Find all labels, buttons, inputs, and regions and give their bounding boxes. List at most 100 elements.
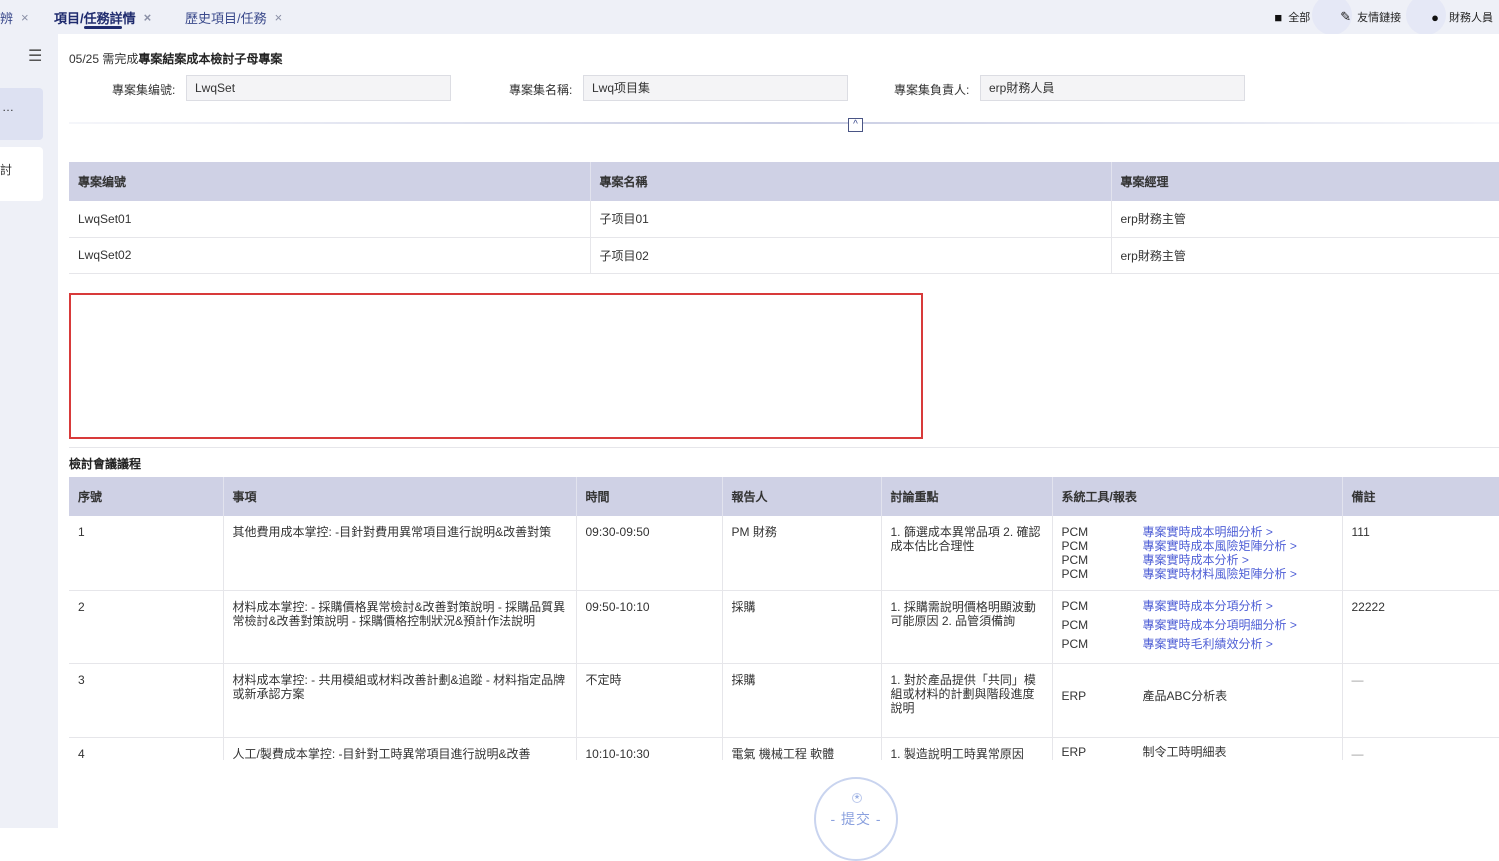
tab-project-details[interactable]: 項目/任務詳情 ×: [54, 0, 151, 34]
table-row[interactable]: 1 其他費用成本掌控: -目針對費用異常項目進行說明&改善對策 09:30-09…: [69, 516, 1499, 591]
report-link[interactable]: 專案實時毛利績效分析 >: [1143, 635, 1297, 654]
tool-source: ERP: [1061, 688, 1087, 703]
agenda-time: 不定時: [576, 663, 723, 738]
main-content: 05/25 需完成專案結案成本檢討子母專案 專案集编號: LwqSet 專案集名…: [58, 34, 1499, 861]
report-name[interactable]: 產品ABC分析表: [1143, 689, 1228, 703]
column-header[interactable]: 報告人: [722, 477, 882, 516]
agenda-note: 22222: [1342, 590, 1499, 664]
agenda-time: 09:50-10:10: [576, 590, 723, 664]
tool-source: PCM: [1061, 636, 1089, 651]
column-header[interactable]: 系統工具/報表: [1052, 477, 1343, 516]
row-number: 1: [69, 516, 224, 591]
table-row[interactable]: 4 人工/製費成本掌控: -目針對工時異常項目進行說明&改善 10:10-10:…: [69, 737, 1499, 760]
tool-source: ERP: [1061, 744, 1087, 759]
report-link[interactable]: 專案實時成本分析 >: [1143, 553, 1297, 567]
agenda-reporter: 採購: [722, 590, 882, 664]
divider: [69, 122, 1499, 124]
agenda-note: —: [1342, 737, 1499, 760]
title-bold: 專案結案成本檢討子母專案: [138, 52, 283, 66]
table-header-row: 專案编號 專案名稱 專案經理: [69, 162, 1499, 201]
agenda-tools: PCM PCM PCM 專案實時成本分項分析 > 專案實時成本分項明細分析 > …: [1052, 590, 1343, 664]
table-header-row: 序號 事項 時間 報告人 討論重點 系統工具/報表 備註: [69, 477, 1499, 516]
page-title: 05/25 需完成專案結案成本檢討子母專案: [69, 50, 282, 67]
divider: [69, 447, 1499, 448]
menu-icon[interactable]: ☰: [28, 46, 42, 66]
set-no-label: 專案集编號:: [112, 83, 176, 97]
project-set-form: 專案集编號: LwqSet 專案集名稱: Lwq项目集 專案集負責人: erp財…: [58, 75, 1499, 102]
tools-list: PCM PCM PCM 專案實時成本分項分析 > 專案實時成本分項明細分析 > …: [1062, 597, 1333, 654]
column-header[interactable]: 專案编號: [69, 162, 591, 201]
submit-button[interactable]: ★ - 提交 -: [814, 777, 898, 861]
report-link[interactable]: 專案實時材料風險矩陣分析 >: [1143, 567, 1297, 581]
owner-label: 專案集負責人:: [894, 83, 970, 97]
agenda-focus: 1. 對於產品提供「共同」模組或材料的計劃與階段進度說明: [881, 663, 1053, 738]
tools-list: ERP 制令工時明細表: [1062, 745, 1333, 759]
top-right-toolbar: ■ 全部 ✎ 友情鏈接 ● 財務人員: [1274, 0, 1499, 35]
report-link[interactable]: 專案實時成本分項明細分析 >: [1143, 616, 1297, 635]
sidebar-item[interactable]: 討: [0, 147, 43, 201]
agenda-item: 材料成本掌控: - 共用模組或材料改善計劃&追蹤 - 材料指定品牌或新承認方案: [223, 663, 577, 738]
tab-history[interactable]: 歷史項目/任務 ×: [185, 0, 282, 34]
sidebar: ☰ … 討: [0, 34, 58, 828]
agenda-scroll-area[interactable]: 序號 事項 時間 報告人 討論重點 系統工具/報表 備註 1 其他費用成本掌控:…: [69, 477, 1499, 760]
title-prefix: 05/25 需完成: [69, 52, 139, 66]
sidebar-item-active[interactable]: …: [0, 88, 43, 140]
tab-label: 歷史項目/任務: [185, 10, 267, 26]
row-number: 3: [69, 663, 224, 738]
user-menu[interactable]: ● 財務人員: [1431, 9, 1493, 25]
tool-source: PCM: [1061, 617, 1089, 632]
agenda-tools: PCM PCM PCM PCM 專案實時成本明細分析 > 專案實時成本風險矩陣分…: [1052, 516, 1343, 591]
column-header[interactable]: 時間: [576, 477, 723, 516]
agenda-table: 序號 事項 時間 報告人 討論重點 系統工具/報表 備註 1 其他費用成本掌控:…: [69, 477, 1499, 760]
tools-list: PCM PCM PCM PCM 專案實時成本明細分析 > 專案實時成本風險矩陣分…: [1062, 525, 1333, 581]
highlight-box: [69, 293, 923, 439]
agenda-item: 人工/製費成本掌控: -目針對工時異常項目進行說明&改善: [223, 737, 577, 760]
all-label: 全部: [1288, 12, 1311, 24]
column-header[interactable]: 備註: [1342, 477, 1499, 516]
report-name[interactable]: 制令工時明細表: [1143, 745, 1227, 759]
tab-previous[interactable]: 辨 ×: [0, 0, 29, 34]
table-row[interactable]: LwqSet02 子项目02 erp財務主管: [69, 237, 1499, 274]
agenda-reporter: PM 財務: [722, 516, 882, 591]
agenda-tools: ERP 制令工時明細表: [1052, 737, 1343, 760]
tools-list: ERP 產品ABC分析表: [1062, 689, 1333, 703]
set-name-field[interactable]: Lwq项目集: [583, 75, 848, 101]
agenda-reporter: 電氣 機械工程 軟體: [722, 737, 882, 760]
set-name-label: 專案集名稱:: [509, 83, 573, 97]
agenda-note: 111: [1342, 516, 1499, 591]
tool-source: PCM: [1061, 553, 1089, 567]
project-table: 專案编號 專案名稱 專案經理 LwqSet01 子项目01 erp財務主管 Lw…: [69, 162, 1499, 274]
report-link[interactable]: 專案實時成本分項分析 >: [1143, 597, 1297, 616]
table-row[interactable]: 3 材料成本掌控: - 共用模組或材料改善計劃&追蹤 - 材料指定品牌或新承認方…: [69, 663, 1499, 738]
user-name: 財務人員: [1449, 12, 1493, 24]
close-icon[interactable]: ×: [21, 10, 29, 25]
collapse-button[interactable]: ^: [848, 118, 863, 132]
column-header[interactable]: 專案經理: [1111, 162, 1499, 201]
report-link[interactable]: 專案實時成本風險矩陣分析 >: [1143, 539, 1297, 553]
chevron-up-icon: ^: [853, 119, 858, 130]
row-number: 2: [69, 590, 224, 664]
tool-source: PCM: [1061, 567, 1089, 581]
link-icon: ✎: [1340, 9, 1352, 24]
table-row[interactable]: LwqSet01 子项目01 erp財務主管: [69, 201, 1499, 238]
links-label: 友情鏈接: [1357, 12, 1402, 24]
user-icon: ●: [1431, 9, 1439, 25]
report-link[interactable]: 專案實時成本明細分析 >: [1143, 525, 1297, 539]
tab-label: 辨: [0, 10, 14, 26]
table-cell: 子项目01: [590, 201, 1112, 238]
row-number: 4: [69, 737, 224, 760]
column-header[interactable]: 序號: [69, 477, 224, 516]
close-icon[interactable]: ×: [275, 10, 283, 25]
column-header[interactable]: 事項: [223, 477, 577, 516]
table-row[interactable]: 2 材料成本掌控: - 採購價格異常檢討&改善對策說明 - 採購品質異常檢討&改…: [69, 590, 1499, 664]
set-no-field[interactable]: LwqSet: [186, 75, 451, 101]
owner-field[interactable]: erp財務人員: [980, 75, 1245, 101]
links-menu[interactable]: ✎ 友情鏈接: [1340, 0, 1447, 35]
agenda-title: 檢討會議議程: [69, 457, 142, 471]
column-header[interactable]: 專案名稱: [590, 162, 1112, 201]
close-icon[interactable]: ×: [144, 10, 152, 25]
column-header[interactable]: 討論重點: [881, 477, 1053, 516]
all-menu[interactable]: ■ 全部: [1274, 0, 1353, 35]
table-cell: erp財務主管: [1111, 237, 1499, 274]
star-icon: ★: [852, 793, 862, 803]
